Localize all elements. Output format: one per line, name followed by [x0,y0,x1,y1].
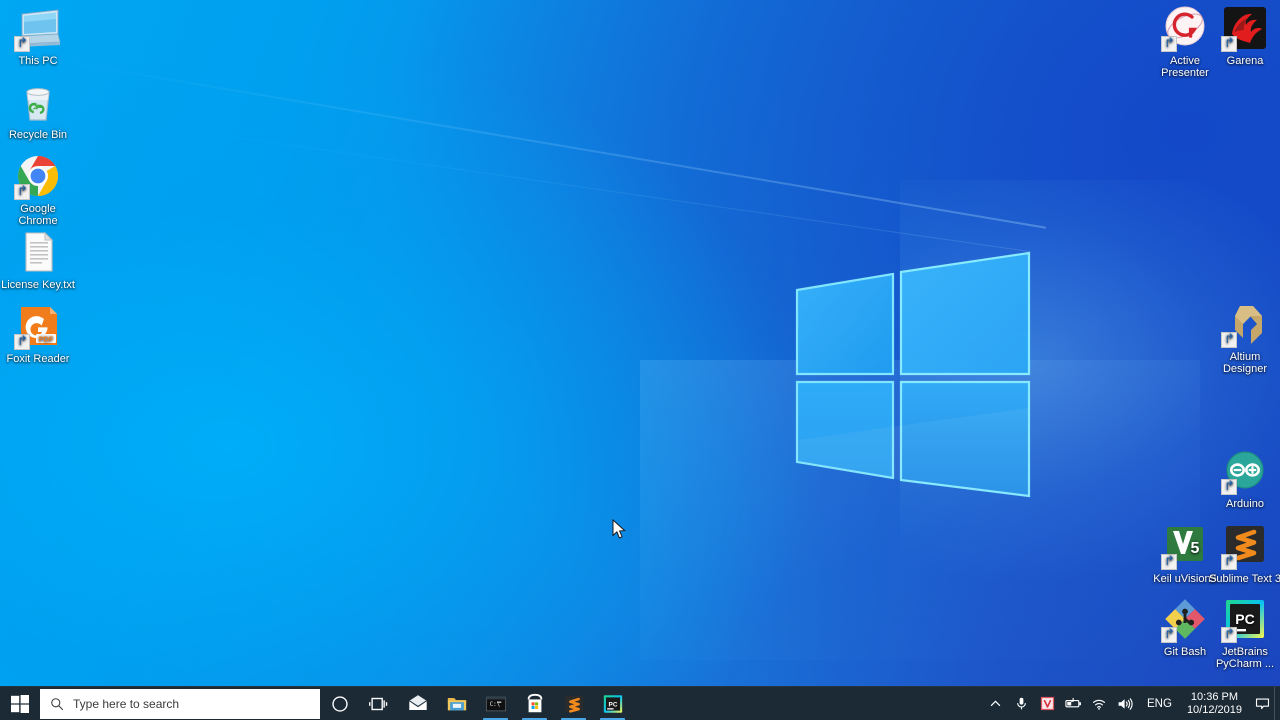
altium-icon [1221,300,1269,348]
task-view-button[interactable] [359,687,398,720]
keil-icon: 5 [1161,522,1209,570]
notification-center-button[interactable] [1250,687,1274,720]
battery-icon [1064,697,1081,708]
windows-logo-icon [11,694,29,713]
svg-text:C:\: C:\ [489,702,500,708]
start-button[interactable] [0,687,40,720]
taskbar[interactable]: Type here to search C:\ PC ENG 10:36 PM … [0,686,1280,720]
desktop-icon-label: Foxit Reader [6,353,70,365]
show-desktop-button[interactable] [1274,686,1280,720]
desktop-icon-google-chrome[interactable]: Google Chrome [0,152,76,227]
garena-icon [1221,4,1269,52]
active-presenter-icon [1161,4,1209,52]
shortcut-overlay-icon [14,184,30,200]
task-view-icon [368,697,387,710]
trash-icon [14,78,62,126]
notification-icon [1255,697,1269,709]
terminal-icon: C:\ [485,696,506,711]
taskbar-empty-area[interactable] [632,687,982,720]
system-tray[interactable]: ENG 10:36 PM 10/12/2019 [982,686,1280,720]
clock-date: 10/12/2019 [1186,703,1242,716]
chevron-up-icon [990,700,1000,706]
arduino-icon [1221,447,1269,495]
desktop-surface[interactable]: This PC Recycle Bin [0,0,1280,720]
chrome-icon [14,152,62,200]
network-tray-icon[interactable] [1086,687,1112,720]
desktop-icon-this-pc[interactable]: This PC [0,4,76,67]
search-input[interactable]: Type here to search [40,688,320,719]
desktop-icon-foxit-reader[interactable]: PDF Foxit Reader [0,302,76,365]
shortcut-overlay-icon [14,36,30,52]
shortcut-overlay-icon [1221,479,1237,495]
taskbar-item-pycharm[interactable]: PC [593,687,632,720]
taskbar-item-command-prompt[interactable]: C:\ [476,687,515,720]
search-icon [51,697,64,710]
taskbar-item-mail[interactable] [398,687,437,720]
desktop-icon-label: Altium Designer [1222,351,1268,375]
speaker-icon [1118,697,1133,710]
pycharm-icon: PC [1221,595,1269,643]
svg-text:PC: PC [1235,611,1254,627]
language-indicator[interactable]: ENG [1138,687,1181,720]
shortcut-overlay-icon [1221,554,1237,570]
desktop-icon-altium-designer[interactable]: Altium Designer [1207,300,1280,375]
shortcut-overlay-icon [1161,627,1177,643]
pycharm-icon: PC [603,694,622,713]
wifi-icon [1092,699,1106,710]
windows-logo-wallpaper [793,250,1033,498]
shortcut-overlay-icon [14,334,30,350]
microphone-tray-icon[interactable] [1008,687,1034,720]
text-file-icon [14,228,62,276]
shortcut-overlay-icon [1221,332,1237,348]
desktop-icon-arduino[interactable]: Arduino [1207,447,1280,510]
search-placeholder: Type here to search [73,696,180,711]
shortcut-overlay-icon [1221,627,1237,643]
store-bag-icon [527,693,542,712]
cortana-circle-icon [331,695,348,712]
svg-text:5: 5 [1191,540,1200,557]
desktop-icon-label: Garena [1226,55,1264,67]
desktop-icon-label: This PC [18,55,58,67]
clock[interactable]: 10:36 PM 10/12/2019 [1181,687,1250,720]
show-hidden-icons-button[interactable] [982,687,1008,720]
shortcut-overlay-icon [1221,36,1237,52]
shortcut-overlay-icon [1161,36,1177,52]
desktop-icon-label: Sublime Text 3 [1209,573,1280,585]
svg-text:PDF: PDF [39,334,54,343]
mail-icon [408,693,427,710]
shortcut-overlay-icon [1161,554,1177,570]
v-app-icon [1040,696,1054,711]
monitor-icon [14,4,62,52]
folder-icon [447,697,466,710]
battery-tray-icon[interactable] [1060,687,1086,720]
wallpaper-light-ray-1 [59,60,1047,229]
clock-time: 10:36 PM [1190,690,1239,703]
sublime-icon [564,695,583,713]
svg-text:PC: PC [608,701,617,708]
taskbar-item-microsoft-store[interactable] [515,687,554,720]
microphone-icon [1016,697,1026,710]
v-app-tray-icon[interactable] [1034,687,1060,720]
volume-tray-icon[interactable] [1112,687,1138,720]
desktop-icon-license-key[interactable]: License Key.txt [0,228,76,291]
desktop-icon-label: Recycle Bin [8,129,68,141]
desktop-icon-recycle-bin[interactable]: Recycle Bin [0,78,76,141]
foxit-pdf-icon: PDF [14,302,62,350]
desktop-icon-jetbrains-pycharm[interactable]: PC JetBrains PyCharm ... [1207,595,1280,670]
wallpaper-light-ray-2 [119,120,1031,253]
desktop-icon-label: JetBrains PyCharm ... [1215,646,1275,670]
arrow-pointer [612,519,626,539]
desktop-icon-label: Arduino [1226,498,1264,510]
git-bash-icon [1161,595,1209,643]
desktop-icon-garena[interactable]: Garena [1207,4,1280,67]
cortana-button[interactable] [320,687,359,720]
desktop-icon-label: License Key.txt [1,279,75,291]
taskbar-item-file-explorer[interactable] [437,687,476,720]
taskbar-item-sublime-text[interactable] [554,687,593,720]
desktop-icon-label: Google Chrome [18,203,58,227]
sublime-icon [1221,522,1269,570]
desktop-icon-sublime-text-3[interactable]: Sublime Text 3 [1207,522,1280,585]
